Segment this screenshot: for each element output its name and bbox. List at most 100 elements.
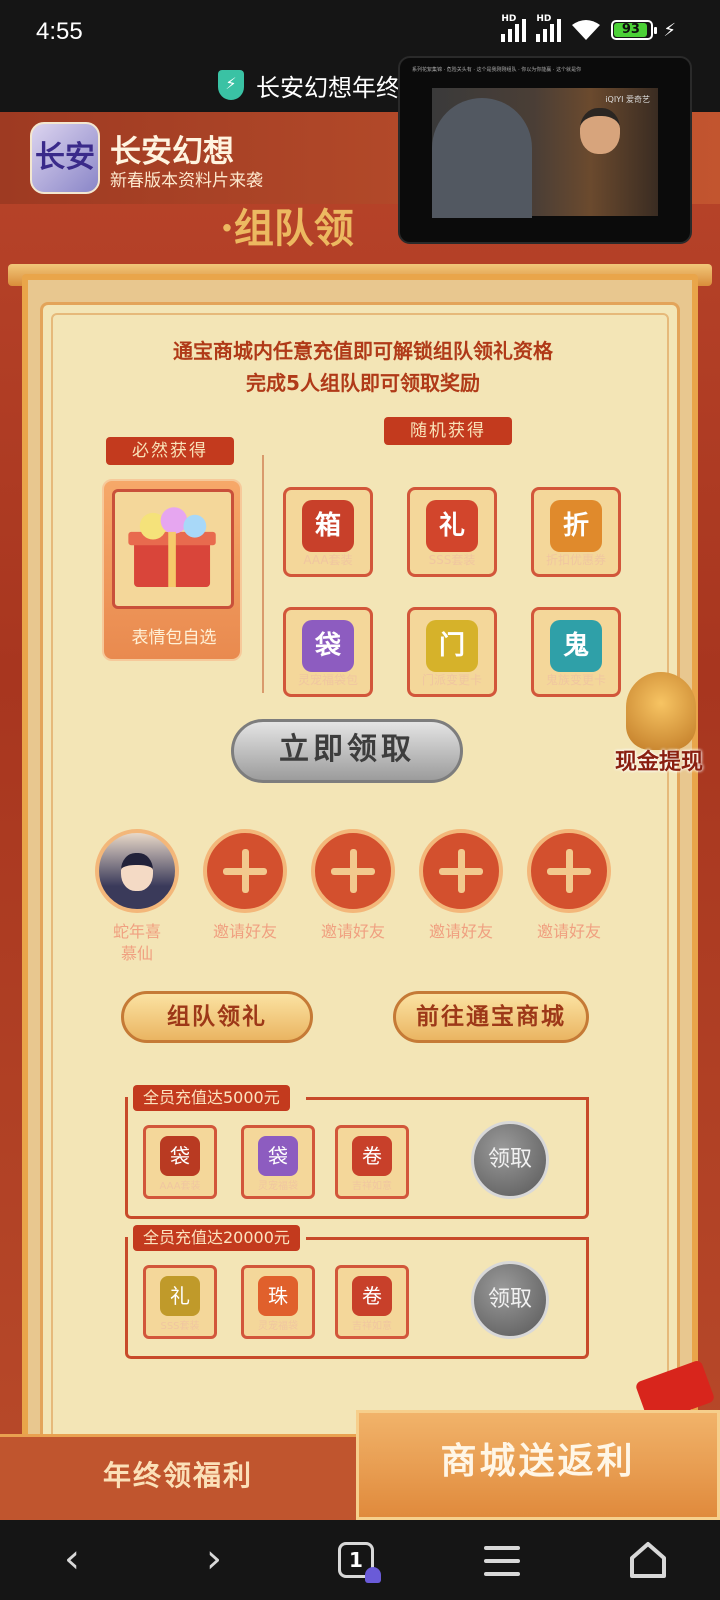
tab-store-rebate[interactable]: 商城送返利 [356,1410,720,1520]
reward-label: 灵宠福袋 [258,1321,298,1332]
signal-hd-label-2: HD [536,14,552,24]
charging-icon: ⚡ [663,19,676,41]
reward-label: 吉祥如意 [352,1181,392,1192]
random-tag: 随机获得 [384,417,512,445]
tier-reward-item[interactable]: 卷吉祥如意 [335,1265,409,1339]
tier-claim-button[interactable]: 领取 [471,1261,549,1339]
invite-friend-button[interactable] [527,829,611,913]
tier-border [306,1237,586,1240]
go-store-button[interactable]: 前往通宝商城 [393,991,589,1043]
team-gift-button[interactable]: 组队领礼 [121,991,313,1043]
random-reward-item[interactable]: 箱 AAA套装 [283,487,373,577]
plus-icon [242,849,249,893]
gift-box-icon: 礼 [426,500,478,552]
reward-label: AAA套装 [303,553,353,567]
video-person-left [432,98,532,218]
description-line-1: 通宝商城内任意充值即可解锁组队领礼资格 [173,339,553,363]
battery-icon: 93 [611,20,658,40]
description-line-2: 完成5人组队即可领取奖励 [246,371,480,395]
iqiyi-logo: iQIYI 爱奇艺 [605,95,650,104]
app-name: 长安幻想 [110,134,234,170]
discount-card-icon: 折 [550,500,602,552]
app-subtitle: 新春版本资料片来袭 [110,171,263,191]
bottom-tabs: 年终领福利 商城送返利 [0,1410,720,1520]
ghost-badge-icon [365,1567,381,1583]
reward-item-icon: 袋 [258,1136,298,1176]
browser-nav-bar: ‹ › 1 [0,1520,720,1600]
reward-label: 折扣优惠券 [545,553,606,567]
video-frame[interactable]: iQIYI 爱奇艺 [432,88,658,218]
tier-reward-item[interactable]: 袋灵宠福袋 [241,1125,315,1199]
cash-withdraw-float[interactable]: 现金提现 [604,672,714,792]
member-name: 邀请好友 [428,922,493,941]
member-name: 邀请好友 [212,922,277,941]
status-icons: HD HD 93 ⚡ [501,14,676,42]
member-name: 邀请好友 [536,922,601,941]
page-title: 长安幻想年终 [256,74,400,102]
invite-friend-button[interactable] [311,829,395,913]
web-page: 长安 长安幻想 新春版本资料片来袭 ·组队领 通宝商城内任意充值即可解锁组队领礼… [0,112,720,1520]
wifi-icon [572,20,601,40]
member-name: 蛇年喜 慕仙 [112,922,161,963]
random-reward-item[interactable]: 袋灵宠福袋包 [283,607,373,697]
reward-item-icon: 珠 [258,1276,298,1316]
tier-reward-item[interactable]: 袋 AAA套装 [143,1125,217,1199]
tier-claim-button[interactable]: 领取 [471,1121,549,1199]
tier-title: 全员充值达5000元 [133,1085,290,1111]
menu-icon[interactable] [484,1546,520,1576]
member-avatar[interactable] [95,829,179,913]
plus-icon [350,849,357,893]
random-reward-item[interactable]: 折折扣优惠券 [531,487,621,577]
home-icon[interactable] [628,1540,668,1580]
reward-item-icon: 卷 [352,1276,392,1316]
signal-icon-2: HD [536,14,562,42]
reward-label: 灵宠福袋包 [297,673,358,687]
video-person-right [580,108,620,154]
team-gift-panel: 通宝商城内任意充值即可解锁组队领礼资格 完成5人组队即可领取奖励 随机获得 必然… [40,302,680,1507]
invite-friend-button[interactable] [419,829,503,913]
signal-icon-1: HD [501,14,527,42]
app-icon[interactable]: 长安 [30,122,100,194]
forward-icon[interactable]: › [184,1534,244,1586]
guaranteed-reward-card[interactable]: 表情包自选 [102,479,242,661]
reward-label: 吉祥如意 [352,1321,392,1332]
ghost-card-icon: 鬼 [550,620,602,672]
random-reward-item[interactable]: 礼 SSS套装 [407,487,497,577]
signal-hd-label: HD [501,14,517,24]
reward-label: 门派变更卡 [421,673,482,687]
random-reward-item[interactable]: 门门派变更卡 [407,607,497,697]
avatar-face-icon [121,853,153,891]
reward-item-icon: 袋 [160,1136,200,1176]
video-top-strip: 系列花絮集锦 · 危险关头有 · 这个是我刚刚组队 · 你以为你能赢 · 这个就… [412,67,582,72]
secure-shield-icon: ⚡ [218,70,244,100]
reward-item-icon: 礼 [160,1276,200,1316]
guaranteed-item-label: 表情包自选 [131,628,217,648]
tier-border [306,1097,586,1100]
reward-label: 灵宠福袋 [258,1181,298,1192]
back-icon[interactable]: ‹ [42,1534,102,1586]
member-name: 邀请好友 [320,922,385,941]
reward-divider [262,455,264,693]
banner-title: ·组队领 [220,205,354,252]
chest-icon: 箱 [302,500,354,552]
invite-friend-button[interactable] [203,829,287,913]
floating-video-window[interactable]: 系列花絮集锦 · 危险关头有 · 这个是我刚刚组队 · 你以为你能赢 · 这个就… [398,56,692,244]
guaranteed-tag: 必然获得 [106,437,234,465]
money-bag-icon [626,672,696,750]
tabs-button[interactable]: 1 [338,1542,381,1583]
tier-reward-item[interactable]: 礼 SSS套装 [143,1265,217,1339]
battery-level: 93 [614,23,648,37]
emoji-gift-box-icon [112,489,234,609]
tab-count: 1 [349,1548,363,1572]
clock: 4:55 [36,18,83,45]
reward-label: SSS套装 [428,553,476,567]
tab-year-end-benefits[interactable]: 年终领福利 [0,1434,356,1520]
claim-now-button[interactable]: 立即领取 [231,719,463,783]
plus-icon [458,849,465,893]
reward-label: SSS套装 [160,1321,200,1332]
reward-label: AAA套装 [159,1181,201,1192]
tier-reward-item[interactable]: 珠灵宠福袋 [241,1265,315,1339]
tier-title: 全员充值达20000元 [133,1225,300,1251]
tier-reward-item[interactable]: 卷吉祥如意 [335,1125,409,1199]
status-bar: 4:55 HD HD 93 ⚡ [0,0,720,62]
